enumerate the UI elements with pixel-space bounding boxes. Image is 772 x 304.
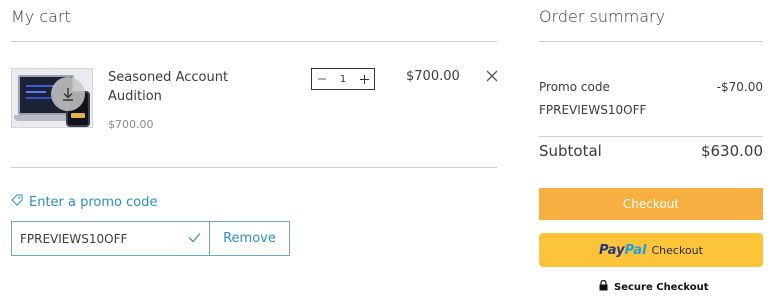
lock-icon bbox=[599, 279, 608, 294]
enter-promo-label[interactable]: Enter a promo code bbox=[29, 195, 158, 210]
item-unit-price: $700.00 bbox=[108, 118, 154, 131]
secure-checkout: Secure Checkout bbox=[599, 279, 709, 294]
summary-subtotal-divider bbox=[539, 136, 763, 137]
cart-items-divider bbox=[11, 167, 497, 168]
promo-discount-value: -$70.00 bbox=[716, 80, 763, 94]
checkmark-icon bbox=[188, 232, 201, 246]
subtotal-label: Subtotal bbox=[539, 142, 602, 160]
promo-code-label: Promo code bbox=[539, 80, 610, 94]
product-thumbnail[interactable] bbox=[11, 68, 93, 128]
cart-header-divider bbox=[11, 41, 497, 42]
summary-header-divider bbox=[539, 41, 763, 42]
secure-checkout-label: Secure Checkout bbox=[614, 281, 709, 293]
quantity-value[interactable]: 1 bbox=[340, 74, 346, 85]
item-total-price: $700.00 bbox=[406, 69, 460, 84]
quantity-stepper[interactable]: 1 bbox=[311, 68, 375, 90]
plus-icon[interactable] bbox=[358, 73, 370, 85]
checkout-button[interactable]: Checkout bbox=[539, 188, 763, 220]
promo-code-value[interactable]: FPREVIEWS10OFF bbox=[20, 232, 127, 246]
promo-code-form: FPREVIEWS10OFF Remove bbox=[11, 221, 290, 256]
download-icon[interactable] bbox=[51, 77, 85, 111]
order-summary-title: Order summary bbox=[539, 7, 666, 26]
enter-promo-link[interactable]: Enter a promo code bbox=[11, 194, 158, 210]
minus-icon[interactable] bbox=[316, 73, 328, 85]
paypal-checkout-button[interactable]: PayPal Checkout bbox=[539, 233, 763, 267]
remove-promo-button[interactable]: Remove bbox=[210, 222, 289, 255]
paypal-logo-pal: Pal bbox=[624, 242, 647, 258]
applied-promo-code: FPREVIEWS10OFF bbox=[539, 103, 647, 117]
subtotal-value: $630.00 bbox=[700, 142, 763, 160]
tag-icon bbox=[11, 194, 23, 210]
cart-title: My cart bbox=[11, 7, 71, 26]
promo-code-input[interactable]: FPREVIEWS10OFF bbox=[12, 222, 210, 255]
paypal-logo: PayPal bbox=[599, 243, 646, 258]
paypal-checkout-label: Checkout bbox=[651, 243, 703, 257]
item-name[interactable]: Seasoned Account Audition bbox=[108, 68, 248, 106]
close-icon[interactable] bbox=[485, 68, 499, 82]
paypal-logo-pay: Pay bbox=[599, 242, 625, 258]
